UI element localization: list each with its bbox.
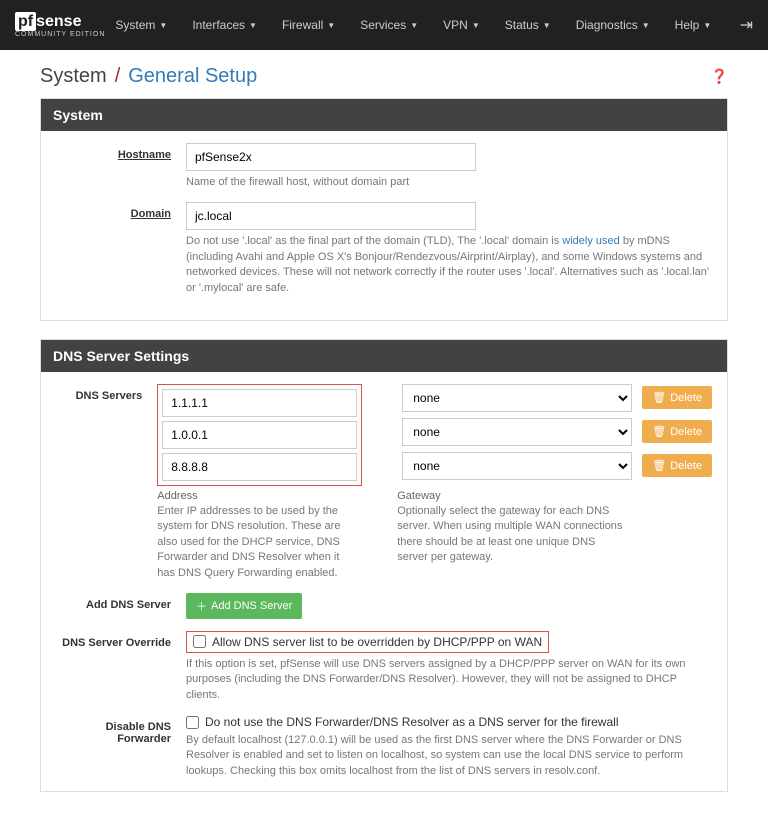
dns-server-input-0[interactable] (162, 389, 357, 417)
chevron-down-icon: ▼ (327, 21, 335, 30)
nav-vpn[interactable]: VPN▼ (433, 10, 490, 40)
gateway-col-title: Gateway (397, 490, 627, 502)
chevron-down-icon: ▼ (410, 21, 418, 30)
brand-logo: pfpfsensesense COMMUNITY EDITION (15, 13, 105, 38)
trash-icon: 🗑 (652, 391, 666, 404)
address-col-help: Enter IP addresses to be used by the sys… (157, 504, 357, 581)
system-panel: System Hostname Name of the firewall hos… (40, 98, 728, 321)
domain-label: Domain (56, 202, 186, 296)
chevron-down-icon: ▼ (703, 21, 711, 30)
dns-gateway-select-2[interactable]: none (402, 452, 632, 480)
hostname-label: Hostname (56, 143, 186, 190)
chevron-down-icon: ▼ (249, 21, 257, 30)
trash-icon: 🗑 (652, 425, 666, 438)
dns-settings-panel: DNS Server Settings DNS Servers none (40, 339, 728, 792)
dns-servers-label: DNS Servers (56, 384, 157, 581)
nav-services[interactable]: Services▼ (350, 10, 428, 40)
top-navbar: pfpfsensesense COMMUNITY EDITION System▼… (0, 0, 768, 50)
nav-interfaces[interactable]: Interfaces▼ (182, 10, 267, 40)
disable-forwarder-checkbox-label: Do not use the DNS Forwarder/DNS Resolve… (205, 715, 618, 729)
dns-inputs-highlight (157, 384, 362, 486)
dns-override-help: If this option is set, pfSense will use … (186, 657, 712, 703)
disable-forwarder-checkbox[interactable] (186, 716, 199, 729)
nav-help[interactable]: Help▼ (665, 10, 722, 40)
page-title: General Setup (128, 65, 257, 88)
chevron-down-icon: ▼ (543, 21, 551, 30)
chevron-down-icon: ▼ (159, 21, 167, 30)
disable-forwarder-label: Disable DNS Forwarder (56, 715, 186, 779)
dns-gateway-select-0[interactable]: none (402, 384, 632, 412)
logout-icon[interactable]: ⇥ (740, 15, 753, 35)
domain-help: Do not use '.local' as the final part of… (186, 234, 712, 296)
plus-icon: ＋ (196, 598, 207, 614)
dns-panel-heading: DNS Server Settings (41, 340, 727, 372)
breadcrumb: System / General Setup ❓ (40, 65, 728, 88)
trash-icon: 🗑 (652, 459, 666, 472)
disable-forwarder-help: By default localhost (127.0.0.1) will be… (186, 733, 712, 779)
nav-firewall[interactable]: Firewall▼ (272, 10, 345, 40)
add-dns-server-button[interactable]: ＋Add DNS Server (186, 593, 302, 619)
dns-override-label: DNS Server Override (56, 631, 186, 703)
add-dns-label: Add DNS Server (56, 593, 186, 619)
dns-delete-button-1[interactable]: 🗑Delete (642, 420, 712, 443)
dns-gateway-select-1[interactable]: none (402, 418, 632, 446)
dns-server-input-2[interactable] (162, 453, 357, 481)
nav-system[interactable]: System▼ (105, 10, 177, 40)
dns-override-highlight: Allow DNS server list to be overridden b… (186, 631, 549, 653)
nav-menu: System▼ Interfaces▼ Firewall▼ Services▼ … (105, 10, 739, 40)
chevron-down-icon: ▼ (642, 21, 650, 30)
nav-status[interactable]: Status▼ (495, 10, 561, 40)
chevron-down-icon: ▼ (472, 21, 480, 30)
breadcrumb-separator: / (115, 65, 121, 88)
help-icon[interactable]: ❓ (711, 68, 728, 85)
gateway-col-help: Optionally select the gateway for each D… (397, 504, 627, 566)
hostname-input[interactable] (186, 143, 476, 171)
dns-override-checkbox-label: Allow DNS server list to be overridden b… (212, 635, 542, 649)
dns-delete-button-0[interactable]: 🗑Delete (642, 386, 712, 409)
address-col-title: Address (157, 490, 357, 502)
hostname-help: Name of the firewall host, without domai… (186, 175, 712, 190)
dns-override-checkbox[interactable] (193, 635, 206, 648)
nav-diagnostics[interactable]: Diagnostics▼ (566, 10, 660, 40)
dns-server-input-1[interactable] (162, 421, 357, 449)
system-panel-heading: System (41, 99, 727, 131)
dns-delete-button-2[interactable]: 🗑Delete (642, 454, 712, 477)
breadcrumb-root[interactable]: System (40, 65, 107, 88)
widely-used-link[interactable]: widely used (562, 235, 619, 247)
domain-input[interactable] (186, 202, 476, 230)
